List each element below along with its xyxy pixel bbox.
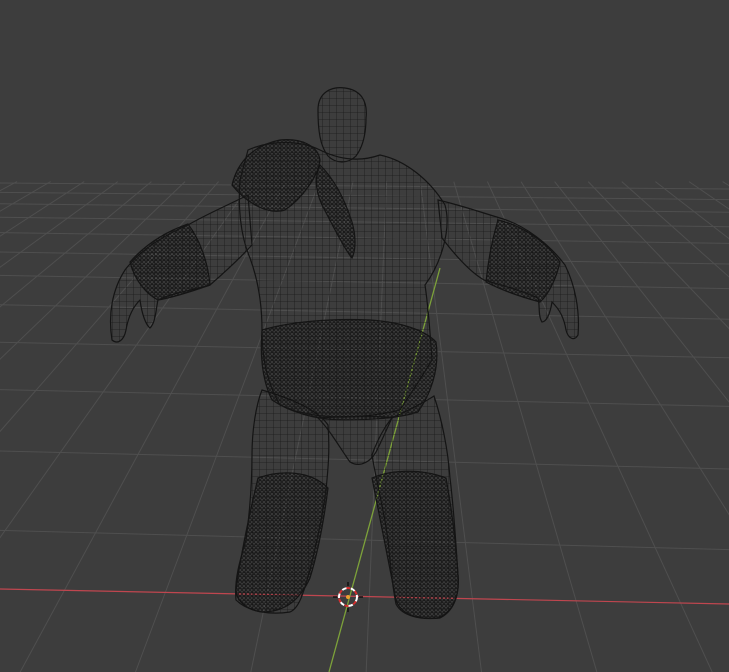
mesh-head: [317, 87, 367, 163]
3d-viewport[interactable]: [0, 0, 729, 672]
grid-line: [0, 529, 729, 551]
x-axis-line: [0, 588, 729, 605]
mesh-left-boot: [235, 472, 329, 613]
viewport-canvas[interactable]: [0, 0, 729, 672]
grid-line: [621, 181, 729, 278]
grid-line: [722, 181, 729, 187]
grid-line: [0, 181, 85, 237]
grid-line: [587, 181, 729, 330]
grid-line: [0, 181, 51, 212]
grid-line: [0, 181, 119, 268]
grid-line: [655, 181, 729, 240]
grid-line: [0, 181, 18, 192]
grid-line: [0, 181, 152, 308]
mesh-right-boot: [371, 470, 459, 619]
grid-line: [688, 181, 729, 210]
grid-line: [554, 181, 729, 403]
3d-cursor[interactable]: [333, 582, 363, 612]
mesh-right-bracer: [485, 219, 561, 303]
